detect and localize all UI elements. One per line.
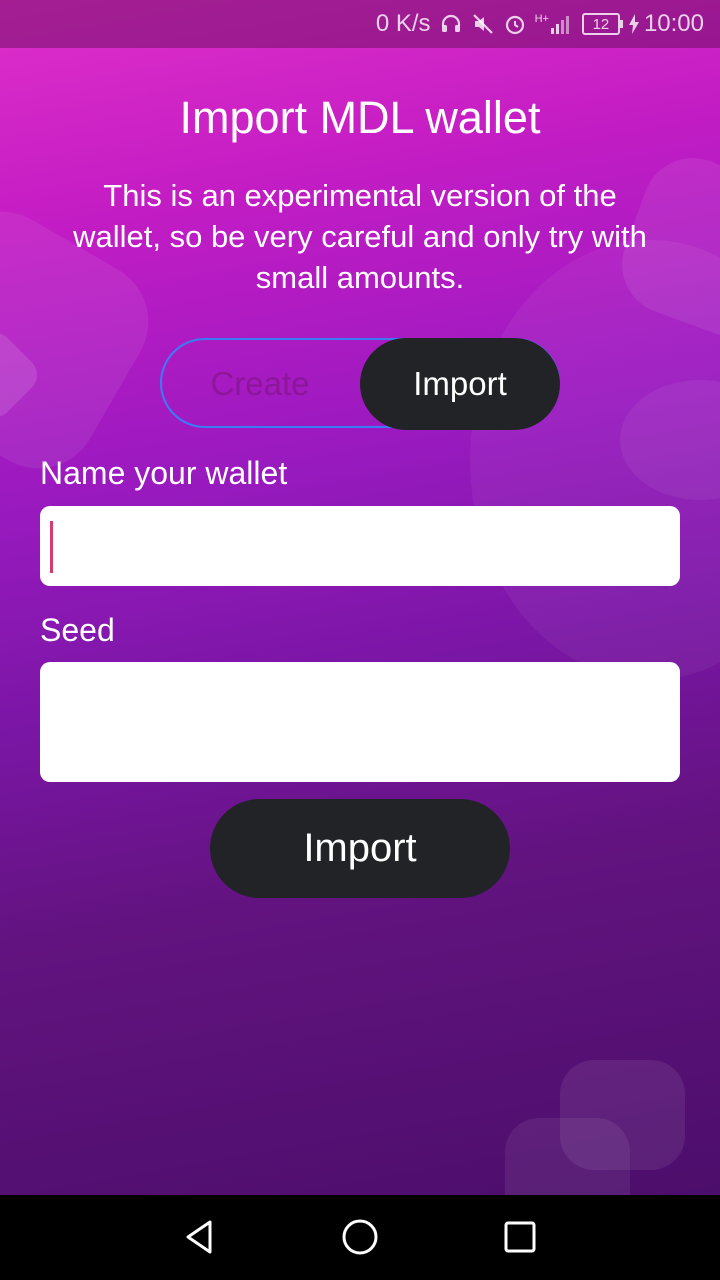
page-title: Import MDL wallet xyxy=(179,92,541,143)
background-decoration xyxy=(560,1060,685,1170)
charging-icon xyxy=(628,13,640,35)
status-bar: 0 K/s H+ 12 10:00 xyxy=(0,0,720,48)
net-speed: 0 K/s xyxy=(375,10,431,37)
home-icon[interactable] xyxy=(338,1215,382,1259)
wallet-name-input[interactable] xyxy=(40,506,680,586)
back-icon[interactable] xyxy=(178,1215,222,1259)
recent-apps-icon[interactable] xyxy=(498,1215,542,1259)
battery-icon: 12 xyxy=(581,13,623,35)
toggle-import[interactable]: Import xyxy=(360,338,560,430)
clock: 10:00 xyxy=(643,10,704,37)
background-decoration xyxy=(470,240,720,680)
network-type-label: H+ xyxy=(534,13,549,25)
seed-input[interactable] xyxy=(40,662,680,782)
background-decoration xyxy=(505,1118,630,1195)
text-cursor xyxy=(50,521,53,573)
battery-level: 12 xyxy=(592,15,610,33)
signal-icon: H+ xyxy=(535,13,572,35)
mute-icon xyxy=(471,12,495,36)
mode-toggle[interactable]: Create Import xyxy=(160,338,560,430)
warning-text: This is an experimental version of the w… xyxy=(73,178,647,295)
background-decoration xyxy=(620,380,720,500)
background-decoration xyxy=(0,325,45,425)
navigation-bar xyxy=(0,1195,720,1280)
seed-label: Seed xyxy=(40,612,115,648)
wallet-name-label: Name your wallet xyxy=(40,455,288,491)
toggle-create[interactable]: Create xyxy=(160,338,360,430)
app-screen: 0 K/s H+ 12 10:00 Import MDL wallet This… xyxy=(0,0,720,1195)
alarm-icon xyxy=(503,12,527,36)
import-button[interactable]: Import xyxy=(210,799,510,898)
headset-icon xyxy=(439,12,463,36)
